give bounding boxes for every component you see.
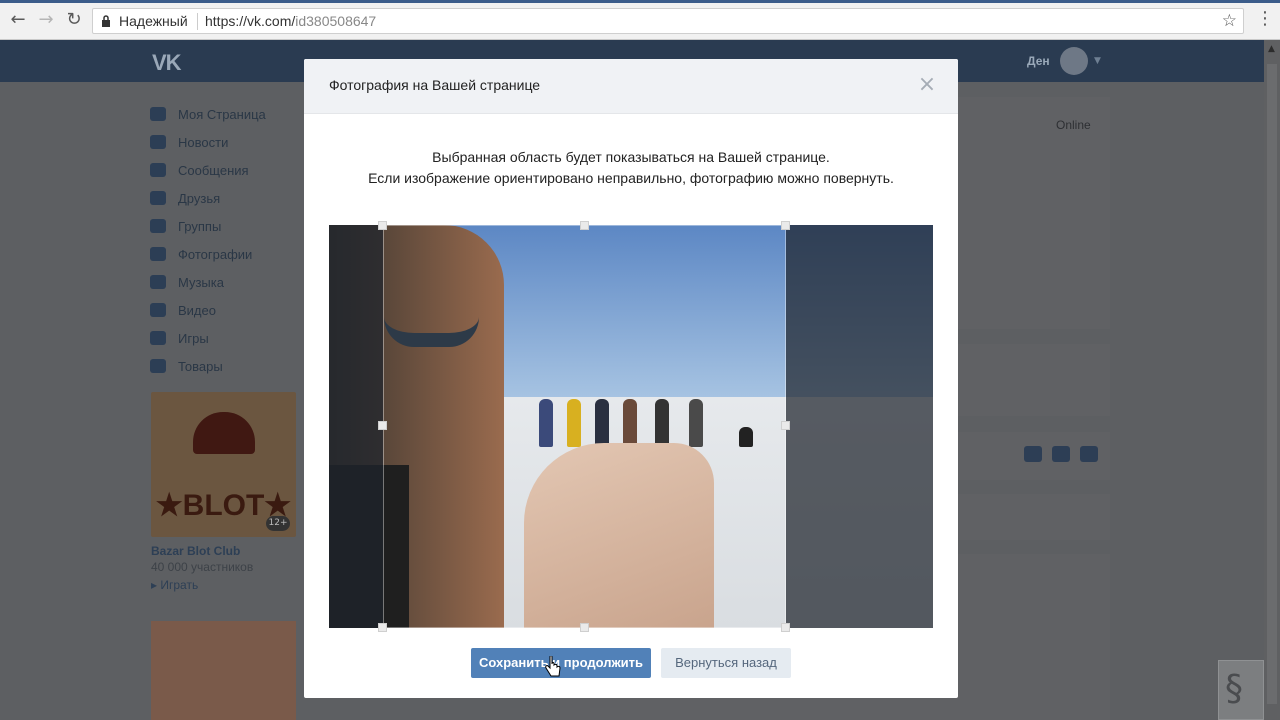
- page-scrollbar[interactable]: ▲: [1264, 40, 1280, 720]
- sidebar-item-photos[interactable]: Фотографии: [150, 240, 300, 268]
- news-icon: [150, 135, 166, 149]
- dialog-header: Фотография на Вашей странице ×: [304, 59, 958, 114]
- sidebar-item-news[interactable]: Новости: [150, 128, 300, 156]
- sidebar-item-goods[interactable]: Товары: [150, 352, 300, 380]
- browser-menu-icon[interactable]: ⋮: [1256, 10, 1274, 30]
- sidebar-item-label: Товары: [178, 358, 223, 374]
- sidebar-item-label: Видео: [178, 302, 216, 318]
- crop-handle-left[interactable]: [378, 421, 387, 430]
- back-arrow-icon[interactable]: ←: [8, 10, 28, 30]
- media-attach-icons: [1024, 446, 1098, 462]
- description-line-2: Если изображение ориентировано неправиль…: [368, 170, 894, 186]
- crop-handle-top[interactable]: [580, 221, 589, 230]
- sidebar-item-label: Сообщения: [178, 162, 249, 178]
- photo-crop-dialog: Фотография на Вашей странице × Выбранная…: [304, 59, 958, 698]
- go-back-button[interactable]: Вернуться назад: [661, 648, 791, 678]
- sidebar-item-label: Моя Страница: [178, 106, 266, 122]
- camera-icon: [150, 247, 166, 261]
- header-user-name[interactable]: Ден: [1027, 54, 1050, 68]
- crop-selection[interactable]: [383, 225, 786, 628]
- crop-dim-right: [786, 225, 933, 628]
- scroll-up-icon[interactable]: ▲: [1268, 44, 1275, 54]
- sidebar-item-messages[interactable]: Сообщения: [150, 156, 300, 184]
- reload-icon[interactable]: ↻: [64, 10, 84, 30]
- vk-logo-icon[interactable]: VK: [152, 50, 182, 76]
- sidebar-item-my-page[interactable]: Моя Страница: [150, 100, 300, 128]
- crop-handle-bottom-right[interactable]: [781, 623, 790, 632]
- sidebar-item-label: Группы: [178, 218, 222, 234]
- sidebar-item-games[interactable]: Игры: [150, 324, 300, 352]
- music-note-icon[interactable]: [1080, 446, 1098, 462]
- bookmark-star-icon[interactable]: ☆: [1222, 11, 1237, 31]
- gamepad-icon: [150, 331, 166, 345]
- message-icon: [150, 163, 166, 177]
- crop-handle-bottom-left[interactable]: [378, 623, 387, 632]
- secure-label: Надежный: [119, 13, 188, 29]
- crop-handle-top-left[interactable]: [378, 221, 387, 230]
- age-rating-badge: 12+: [266, 516, 290, 531]
- online-status: Online: [1056, 118, 1091, 132]
- film-icon: [150, 303, 166, 317]
- sidebar-item-label: Друзья: [178, 190, 221, 206]
- crop-handle-top-right[interactable]: [781, 221, 790, 230]
- url-path: id380508647: [295, 13, 377, 29]
- lock-icon: [102, 15, 110, 27]
- url-text[interactable]: https://vk.com/id380508647: [205, 13, 376, 29]
- header-avatar[interactable]: [1060, 47, 1088, 75]
- crop-handle-bottom[interactable]: [580, 623, 589, 632]
- forward-arrow-icon[interactable]: →: [36, 10, 56, 30]
- photo-crop-area[interactable]: [329, 225, 933, 628]
- scrollbar-thumb[interactable]: [1267, 64, 1277, 704]
- promo-members: 40 000 участников: [151, 560, 254, 574]
- hat-logo-icon: [193, 412, 255, 454]
- save-and-continue-button[interactable]: Сохранить и продолжить: [471, 648, 651, 678]
- description-line-1: Выбранная область будет показываться на …: [432, 149, 830, 165]
- left-sidebar-menu: Моя Страница Новости Сообщения Друзья Гр…: [150, 100, 300, 380]
- address-bar[interactable]: Надежный https://vk.com/id380508647 ☆: [92, 8, 1244, 34]
- dragon-glyph: §: [1225, 668, 1243, 709]
- sidebar-item-label: Игры: [178, 330, 209, 346]
- user-icon: [150, 191, 166, 205]
- sidebar-item-label: Музыка: [178, 274, 224, 290]
- browser-top-line: [0, 0, 1280, 3]
- shopping-bag-icon: [150, 359, 166, 373]
- music-note-icon: [150, 275, 166, 289]
- camera-icon[interactable]: [1024, 446, 1042, 462]
- crop-handle-right[interactable]: [781, 421, 790, 430]
- crop-dim-left: [329, 225, 383, 628]
- browser-toolbar: ← → ↻ Надежный https://vk.com/id38050864…: [0, 0, 1280, 40]
- dialog-title: Фотография на Вашей странице: [329, 77, 541, 93]
- sidebar-item-music[interactable]: Музыка: [150, 268, 300, 296]
- dialog-description: Выбранная область будет показываться на …: [304, 147, 958, 189]
- sidebar-item-label: Новости: [178, 134, 229, 150]
- chevron-down-icon[interactable]: ▼: [1094, 56, 1101, 66]
- home-icon: [150, 107, 166, 121]
- address-separator: [197, 13, 198, 30]
- sidebar-item-friends[interactable]: Друзья: [150, 184, 300, 212]
- sidebar-item-video[interactable]: Видео: [150, 296, 300, 324]
- promo-play-link[interactable]: ▸ Играть: [151, 578, 198, 592]
- hand-pointer-cursor-icon: [545, 656, 561, 677]
- sidebar-item-label: Фотографии: [178, 246, 253, 262]
- close-icon[interactable]: ×: [917, 74, 937, 96]
- dragon-widget-icon[interactable]: §: [1218, 660, 1264, 720]
- users-icon: [150, 219, 166, 233]
- film-icon[interactable]: [1052, 446, 1070, 462]
- url-host: https://vk.com/: [205, 13, 296, 29]
- sidebar-item-groups[interactable]: Группы: [150, 212, 300, 240]
- friend-photo[interactable]: [151, 621, 296, 720]
- promo-title[interactable]: Bazar Blot Club: [151, 544, 240, 558]
